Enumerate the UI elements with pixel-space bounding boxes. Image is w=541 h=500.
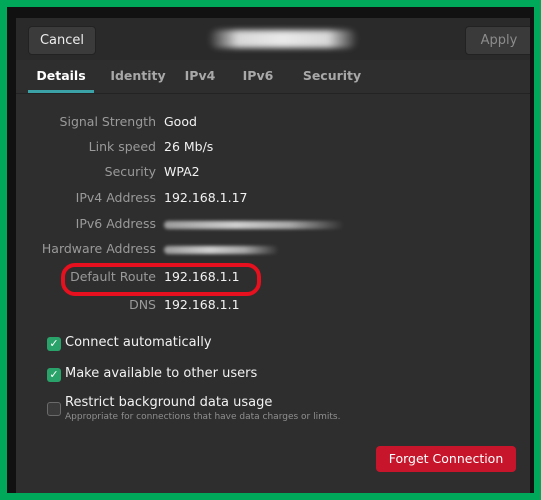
tab-ipv6[interactable]: IPv6 (238, 62, 278, 90)
ipv4-address-row: IPv4 Address 192.168.1.17 (16, 190, 530, 210)
ipv6-address-label: IPv6 Address (75, 216, 156, 231)
tab-identity[interactable]: Identity (108, 62, 168, 90)
cancel-button[interactable]: Cancel (28, 26, 96, 55)
tab-ipv4[interactable]: IPv4 (180, 62, 220, 90)
link-speed-value: 26 Mb/s (164, 139, 214, 154)
link-speed-row: Link speed 26 Mb/s (16, 139, 530, 159)
forget-connection-button[interactable]: Forget Connection (376, 446, 516, 472)
dns-value: 192.168.1.1 (164, 297, 240, 312)
ipv6-address-row: IPv6 Address (16, 216, 530, 236)
tab-security[interactable]: Security (298, 62, 366, 90)
tab-bar: Details Identity IPv4 IPv6 Security (16, 62, 530, 92)
available-to-others-checkbox[interactable]: ✓ (47, 368, 61, 382)
hardware-address-row: Hardware Address (16, 241, 530, 261)
default-route-highlight (61, 263, 261, 296)
tab-details[interactable]: Details (28, 62, 94, 90)
apply-button[interactable]: Apply (465, 26, 530, 55)
restrict-background-checkbox[interactable] (47, 402, 61, 416)
signal-strength-row: Signal Strength Good (16, 114, 530, 134)
dns-row: DNS 192.168.1.1 (16, 297, 530, 317)
ipv6-address-redacted (164, 221, 344, 229)
dialog-title-redacted (208, 30, 358, 48)
connect-automatically-label[interactable]: Connect automatically (65, 335, 212, 350)
security-label: Security (104, 164, 156, 179)
restrict-background-description: Appropriate for connections that have da… (65, 412, 341, 422)
hardware-address-redacted (164, 246, 279, 254)
connect-automatically-checkbox[interactable]: ✓ (47, 337, 61, 351)
security-value: WPA2 (164, 164, 200, 179)
header-bar: Cancel Apply (16, 18, 530, 60)
security-row: Security WPA2 (16, 164, 530, 184)
network-details-dialog: Cancel Apply Details Identity IPv4 IPv6 … (16, 18, 530, 493)
available-to-others-label[interactable]: Make available to other users (65, 366, 257, 381)
hardware-address-label: Hardware Address (41, 241, 156, 256)
dns-label: DNS (129, 297, 156, 312)
ipv4-address-value: 192.168.1.17 (164, 190, 248, 205)
tab-divider (16, 93, 530, 94)
signal-strength-label: Signal Strength (59, 114, 156, 129)
signal-strength-value: Good (164, 114, 197, 129)
link-speed-label: Link speed (88, 139, 156, 154)
restrict-background-label[interactable]: Restrict background data usage (65, 395, 272, 410)
ipv4-address-label: IPv4 Address (75, 190, 156, 205)
